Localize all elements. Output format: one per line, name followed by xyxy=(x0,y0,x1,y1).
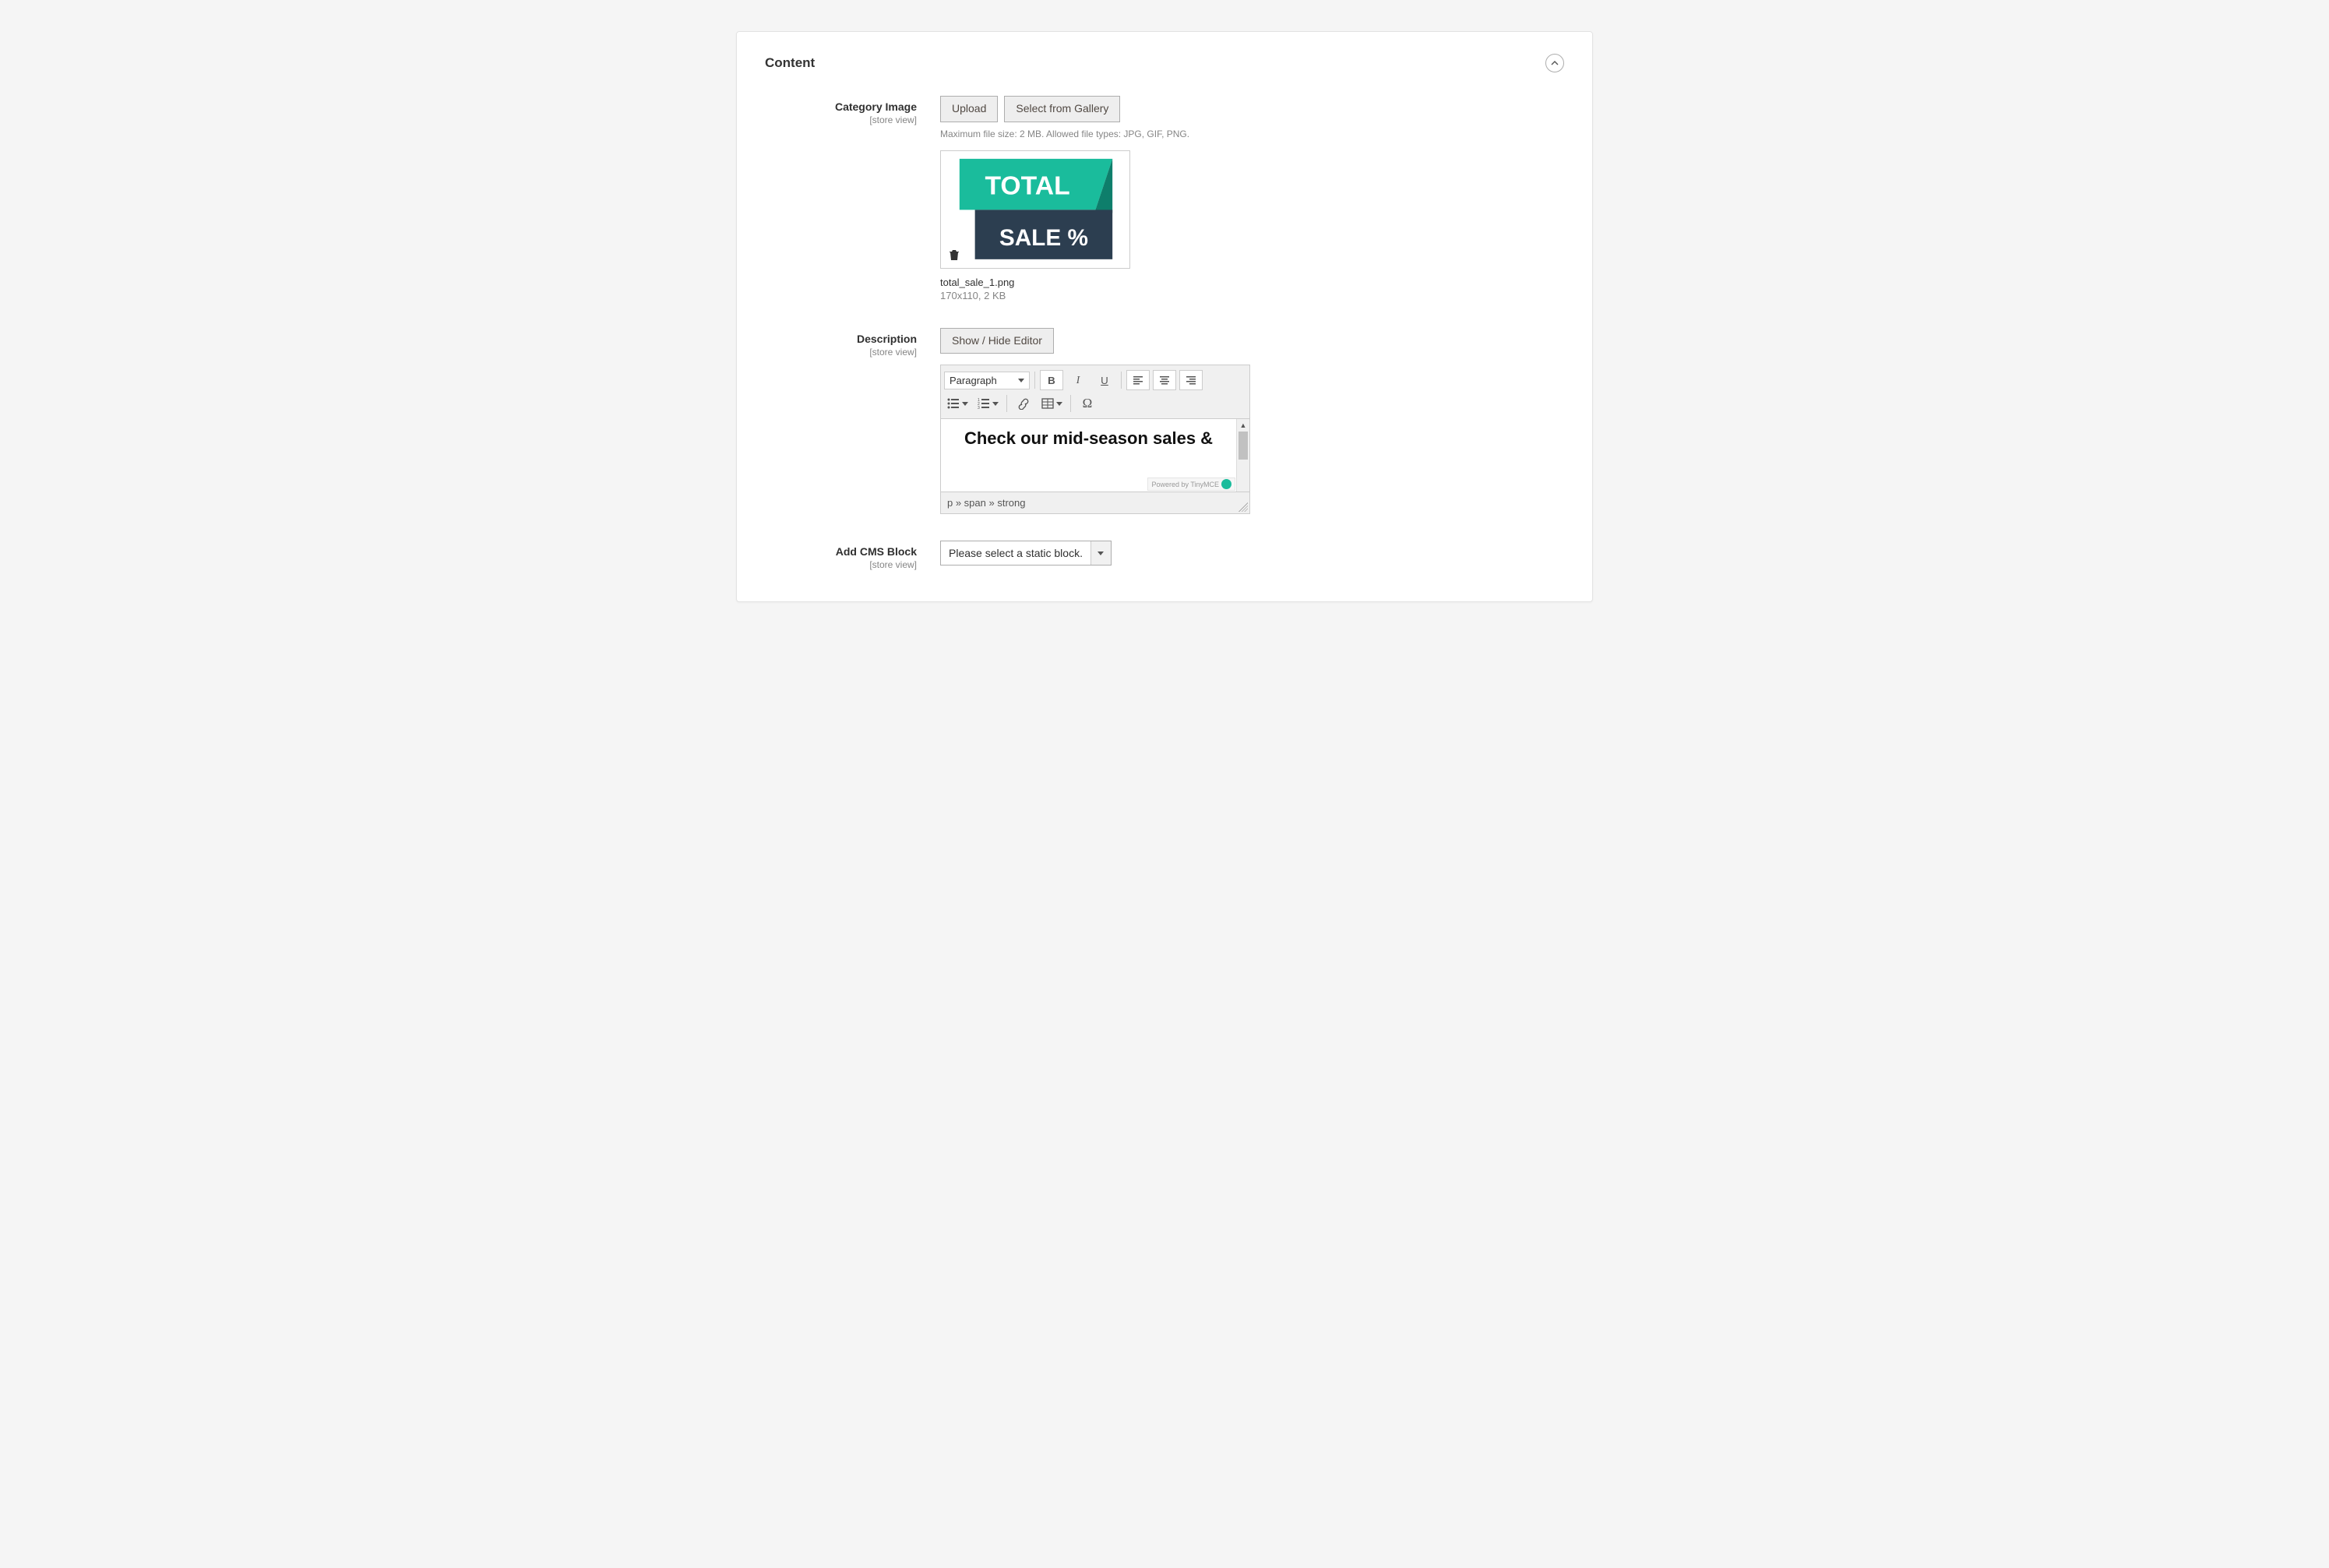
underline-button[interactable]: U xyxy=(1093,370,1116,390)
panel-title: Content xyxy=(765,55,815,71)
numbered-list-button[interactable]: 123 xyxy=(974,395,1002,412)
toolbar-separator xyxy=(1034,372,1035,389)
italic-button[interactable]: I xyxy=(1066,370,1090,390)
caret-down-icon xyxy=(1056,402,1062,406)
field-category-image: Category Image [store view] Upload Selec… xyxy=(765,96,1564,301)
upload-button[interactable]: Upload xyxy=(940,96,998,122)
image-thumbnail: TOTAL SALE % xyxy=(941,151,1129,269)
select-from-gallery-button[interactable]: Select from Gallery xyxy=(1004,96,1120,122)
field-control-col: Upload Select from Gallery Maximum file … xyxy=(940,96,1564,301)
bold-button[interactable]: B xyxy=(1040,370,1063,390)
image-frame[interactable]: TOTAL SALE % xyxy=(940,150,1130,269)
chevron-up-icon xyxy=(1551,59,1559,67)
svg-text:SALE %: SALE % xyxy=(999,225,1088,251)
align-left-button[interactable] xyxy=(1126,370,1150,390)
caret-down-icon xyxy=(992,402,999,406)
svg-text:TOTAL: TOTAL xyxy=(985,171,1069,200)
toggle-editor-button[interactable]: Show / Hide Editor xyxy=(940,328,1054,354)
scroll-track[interactable] xyxy=(1237,432,1249,492)
editor-toolbar: Paragraph B I U xyxy=(941,365,1249,419)
content-panel: Content Category Image [store view] Uplo… xyxy=(736,31,1593,602)
toolbar-separator xyxy=(1070,395,1071,412)
field-cms-block: Add CMS Block [store view] Please select… xyxy=(765,541,1564,570)
link-button[interactable] xyxy=(1012,393,1035,414)
align-center-button[interactable] xyxy=(1153,370,1176,390)
align-right-button[interactable] xyxy=(1179,370,1203,390)
numbered-list-icon: 123 xyxy=(978,397,990,410)
field-description: Description [store view] Show / Hide Edi… xyxy=(765,328,1564,515)
caret-down-icon xyxy=(1098,551,1104,555)
align-right-icon xyxy=(1186,375,1196,385)
cms-block-label: Add CMS Block xyxy=(836,545,917,558)
category-image-label: Category Image xyxy=(835,100,917,113)
special-char-button[interactable]: Ω xyxy=(1076,393,1099,414)
editor-body-wrap: Check our mid-season sales & ▲ Powered b… xyxy=(941,419,1249,492)
select-arrow-button[interactable] xyxy=(1091,541,1111,565)
field-label-col: Description [store view] xyxy=(765,328,940,515)
caret-down-icon xyxy=(1018,379,1024,382)
trash-icon xyxy=(948,248,960,261)
field-control-col: Please select a static block. xyxy=(940,541,1564,570)
category-image-scope: [store view] xyxy=(765,115,917,125)
table-button[interactable] xyxy=(1038,395,1066,412)
powered-by-text: Powered by TinyMCE xyxy=(1151,481,1219,488)
editor-scrollbar[interactable]: ▲ xyxy=(1236,419,1249,492)
bullet-list-icon xyxy=(947,397,960,410)
image-meta: total_sale_1.png 170x110, 2 KB xyxy=(940,277,1130,301)
cms-block-scope: [store view] xyxy=(765,559,917,570)
align-center-icon xyxy=(1160,375,1169,385)
collapse-toggle[interactable] xyxy=(1545,54,1564,72)
scroll-thumb[interactable] xyxy=(1238,432,1248,460)
link-icon xyxy=(1017,397,1030,410)
image-filename: total_sale_1.png xyxy=(940,277,1130,288)
powered-by-badge[interactable]: Powered by TinyMCE xyxy=(1147,477,1235,491)
editor-path-text: p » span » strong xyxy=(947,497,1025,509)
wysiwyg-editor: Paragraph B I U xyxy=(940,365,1250,514)
resize-handle[interactable] xyxy=(1238,502,1248,512)
toolbar-separator xyxy=(1006,395,1007,412)
format-select[interactable]: Paragraph xyxy=(944,372,1030,389)
toolbar-separator xyxy=(1121,372,1122,389)
align-left-icon xyxy=(1133,375,1143,385)
table-icon xyxy=(1041,397,1054,410)
cms-block-select-value: Please select a static block. xyxy=(941,541,1091,565)
field-control-col: Show / Hide Editor Paragraph B I U xyxy=(940,328,1564,515)
tinymce-logo-icon xyxy=(1221,479,1231,489)
image-preview: TOTAL SALE % total_sale_1.png 170x110, 2… xyxy=(940,150,1130,301)
description-scope: [store view] xyxy=(765,347,917,358)
scroll-up-arrow[interactable]: ▲ xyxy=(1237,419,1249,432)
bullet-list-button[interactable] xyxy=(944,395,971,412)
panel-header: Content xyxy=(765,54,1564,72)
delete-image-button[interactable] xyxy=(946,246,963,263)
svg-text:3: 3 xyxy=(978,406,980,410)
field-label-col: Add CMS Block [store view] xyxy=(765,541,940,570)
image-dimensions: 170x110, 2 KB xyxy=(940,290,1130,301)
description-label: Description xyxy=(857,333,917,345)
upload-hint: Maximum file size: 2 MB. Allowed file ty… xyxy=(940,129,1564,139)
field-label-col: Category Image [store view] xyxy=(765,96,940,301)
cms-block-select[interactable]: Please select a static block. xyxy=(940,541,1112,566)
caret-down-icon xyxy=(962,402,968,406)
format-select-value: Paragraph xyxy=(950,375,997,386)
editor-path[interactable]: p » span » strong xyxy=(941,492,1249,513)
